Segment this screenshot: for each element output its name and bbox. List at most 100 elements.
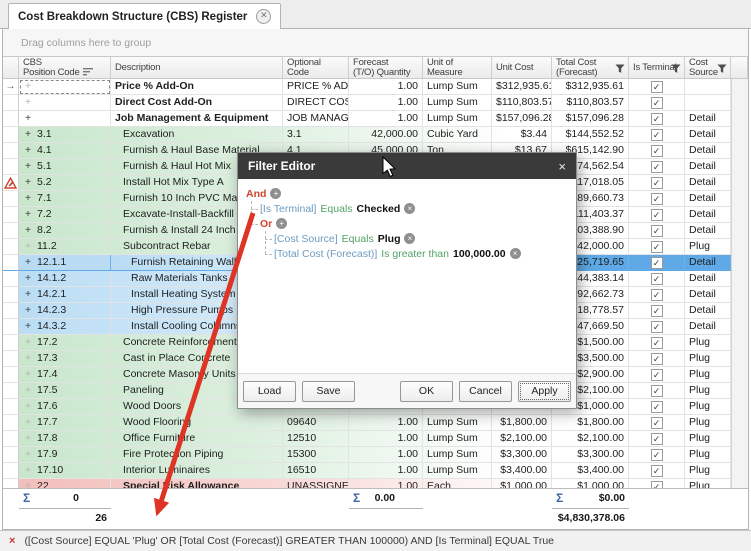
cell-cbs-position-code[interactable]: +22 xyxy=(19,479,111,488)
cell-cbs-position-code[interactable]: +5.1 xyxy=(19,159,111,175)
add-condition-icon[interactable]: + xyxy=(276,218,287,229)
cell-cost-source[interactable]: Plug xyxy=(685,367,731,383)
cell-total-cost[interactable]: $1,000.00 xyxy=(552,479,629,488)
remove-condition-icon[interactable]: × xyxy=(510,248,521,259)
is-terminal-checkbox[interactable]: ✓ xyxy=(651,305,663,317)
cell-unit-of-measure[interactable]: Lump Sum xyxy=(423,447,492,463)
is-terminal-checkbox[interactable]: ✓ xyxy=(651,337,663,349)
is-terminal-checkbox[interactable]: ✓ xyxy=(651,385,663,397)
expand-icon[interactable]: + xyxy=(23,207,33,222)
cell-unit-cost[interactable]: $1,000.00 xyxy=(492,479,552,488)
cell-optional-code[interactable]: UNASSIGNED D... xyxy=(283,479,349,488)
cell-is-terminal[interactable]: ✓ xyxy=(629,95,685,111)
cell-total-cost[interactable]: $1,800.00 xyxy=(552,415,629,431)
cell-unit-cost[interactable]: $3,300.00 xyxy=(492,447,552,463)
cell-forecast-quantity[interactable]: 1.00 xyxy=(349,479,423,488)
cell-is-terminal[interactable]: ✓ xyxy=(629,431,685,447)
expand-icon[interactable]: + xyxy=(23,127,33,142)
cell-is-terminal[interactable]: ✓ xyxy=(629,159,685,175)
cell-unit-of-measure[interactable]: Each xyxy=(423,479,492,488)
cell-unit-cost[interactable]: $110,803.57 xyxy=(492,95,552,111)
cell-unit-cost[interactable]: $3.44 xyxy=(492,127,552,143)
is-terminal-checkbox[interactable]: ✓ xyxy=(651,225,663,237)
cell-forecast-quantity[interactable]: 42,000.00 xyxy=(349,127,423,143)
cell-cbs-position-code[interactable]: +17.6 xyxy=(19,399,111,415)
filter-funnel-icon[interactable] xyxy=(717,64,728,74)
cell-cost-source[interactable] xyxy=(685,95,731,111)
expand-icon[interactable]: + xyxy=(23,399,33,414)
cell-total-cost[interactable]: $157,096.28 xyxy=(552,111,629,127)
cell-optional-code[interactable]: DIRECT COST ... xyxy=(283,95,349,111)
is-terminal-checkbox[interactable]: ✓ xyxy=(651,369,663,381)
expand-icon[interactable]: + xyxy=(23,463,33,478)
is-terminal-checkbox[interactable]: ✓ xyxy=(651,481,663,489)
cell-description[interactable]: Price % Add-On xyxy=(111,79,283,95)
cell-cbs-position-code[interactable]: +8.2 xyxy=(19,223,111,239)
cell-cbs-position-code[interactable]: +7.2 xyxy=(19,207,111,223)
cell-unit-of-measure[interactable]: Lump Sum xyxy=(423,79,492,95)
cell-description[interactable]: Excavation xyxy=(111,127,283,143)
cell-cost-source[interactable]: Plug xyxy=(685,383,731,399)
header-cbs-position-code[interactable]: CBS Position Code xyxy=(19,56,111,79)
is-terminal-checkbox[interactable]: ✓ xyxy=(651,321,663,333)
expand-icon[interactable]: + xyxy=(23,479,33,488)
cell-unit-of-measure[interactable]: Lump Sum xyxy=(423,415,492,431)
cell-total-cost[interactable]: $144,552.52 xyxy=(552,127,629,143)
cell-unit-cost[interactable]: $3,400.00 xyxy=(492,463,552,479)
table-row[interactable]: +22Special Risk AllowanceUNASSIGNED D...… xyxy=(3,479,748,488)
cell-is-terminal[interactable]: ✓ xyxy=(629,223,685,239)
cell-cost-source[interactable]: Detail xyxy=(685,303,731,319)
is-terminal-checkbox[interactable]: ✓ xyxy=(651,353,663,365)
expand-icon[interactable]: + xyxy=(23,79,33,94)
expand-icon[interactable]: + xyxy=(23,223,33,238)
is-terminal-checkbox[interactable]: ✓ xyxy=(651,449,663,461)
cell-cbs-position-code[interactable]: + xyxy=(19,95,111,111)
cell-cost-source[interactable]: Plug xyxy=(685,351,731,367)
expand-icon[interactable]: + xyxy=(23,303,33,318)
expand-icon[interactable]: + xyxy=(23,335,33,350)
cell-description[interactable]: Fire Protection Piping xyxy=(111,447,283,463)
cell-cost-source[interactable]: Detail xyxy=(685,159,731,175)
cell-cbs-position-code[interactable]: +4.1 xyxy=(19,143,111,159)
add-condition-icon[interactable]: + xyxy=(270,188,281,199)
cell-unit-cost[interactable]: $1,800.00 xyxy=(492,415,552,431)
filter-group-and[interactable]: And + xyxy=(238,186,576,201)
cell-cbs-position-code[interactable]: +17.10 xyxy=(19,463,111,479)
cell-unit-of-measure[interactable]: Lump Sum xyxy=(423,431,492,447)
cell-is-terminal[interactable]: ✓ xyxy=(629,287,685,303)
cell-description[interactable]: Job Management & Equipment xyxy=(111,111,283,127)
cell-description[interactable]: Wood Flooring xyxy=(111,415,283,431)
cell-optional-code[interactable]: 15300 xyxy=(283,447,349,463)
filter-condition-total-cost[interactable]: [Total Cost (Forecast)] Is greater than … xyxy=(238,246,576,261)
cell-unit-cost[interactable]: $2,100.00 xyxy=(492,431,552,447)
cell-cbs-position-code[interactable]: +17.9 xyxy=(19,447,111,463)
cell-optional-code[interactable]: 16510 xyxy=(283,463,349,479)
expand-icon[interactable]: + xyxy=(23,319,33,334)
cell-cbs-position-code[interactable]: +14.1.2 xyxy=(19,271,111,287)
cell-cbs-position-code[interactable]: +5.2 xyxy=(19,175,111,191)
ok-button[interactable]: OK xyxy=(400,381,453,402)
header-cost-source[interactable]: CostSource xyxy=(685,56,731,79)
table-row[interactable]: +Direct Cost Add-OnDIRECT COST ...1.00Lu… xyxy=(3,95,748,111)
cell-is-terminal[interactable]: ✓ xyxy=(629,111,685,127)
cell-is-terminal[interactable]: ✓ xyxy=(629,303,685,319)
expand-icon[interactable]: + xyxy=(23,415,33,430)
cell-cost-source[interactable]: Plug xyxy=(685,239,731,255)
expand-icon[interactable]: + xyxy=(23,95,33,110)
cell-cbs-position-code[interactable]: +14.2.1 xyxy=(19,287,111,303)
table-row[interactable]: +3.1Excavation3.142,000.00Cubic Yard$3.4… xyxy=(3,127,748,143)
cell-is-terminal[interactable]: ✓ xyxy=(629,367,685,383)
is-terminal-checkbox[interactable]: ✓ xyxy=(651,81,663,93)
cell-unit-of-measure[interactable]: Cubic Yard xyxy=(423,127,492,143)
cell-is-terminal[interactable]: ✓ xyxy=(629,143,685,159)
cell-is-terminal[interactable]: ✓ xyxy=(629,383,685,399)
is-terminal-checkbox[interactable]: ✓ xyxy=(651,257,663,269)
cell-cbs-position-code[interactable]: +7.1 xyxy=(19,191,111,207)
cell-is-terminal[interactable]: ✓ xyxy=(629,271,685,287)
cell-forecast-quantity[interactable]: 1.00 xyxy=(349,111,423,127)
cell-unit-of-measure[interactable]: Lump Sum xyxy=(423,111,492,127)
expand-icon[interactable]: + xyxy=(23,287,33,302)
header-unit-of-measure[interactable]: Unit ofMeasure xyxy=(423,56,492,79)
is-terminal-checkbox[interactable]: ✓ xyxy=(651,129,663,141)
cell-cbs-position-code[interactable]: +17.7 xyxy=(19,415,111,431)
